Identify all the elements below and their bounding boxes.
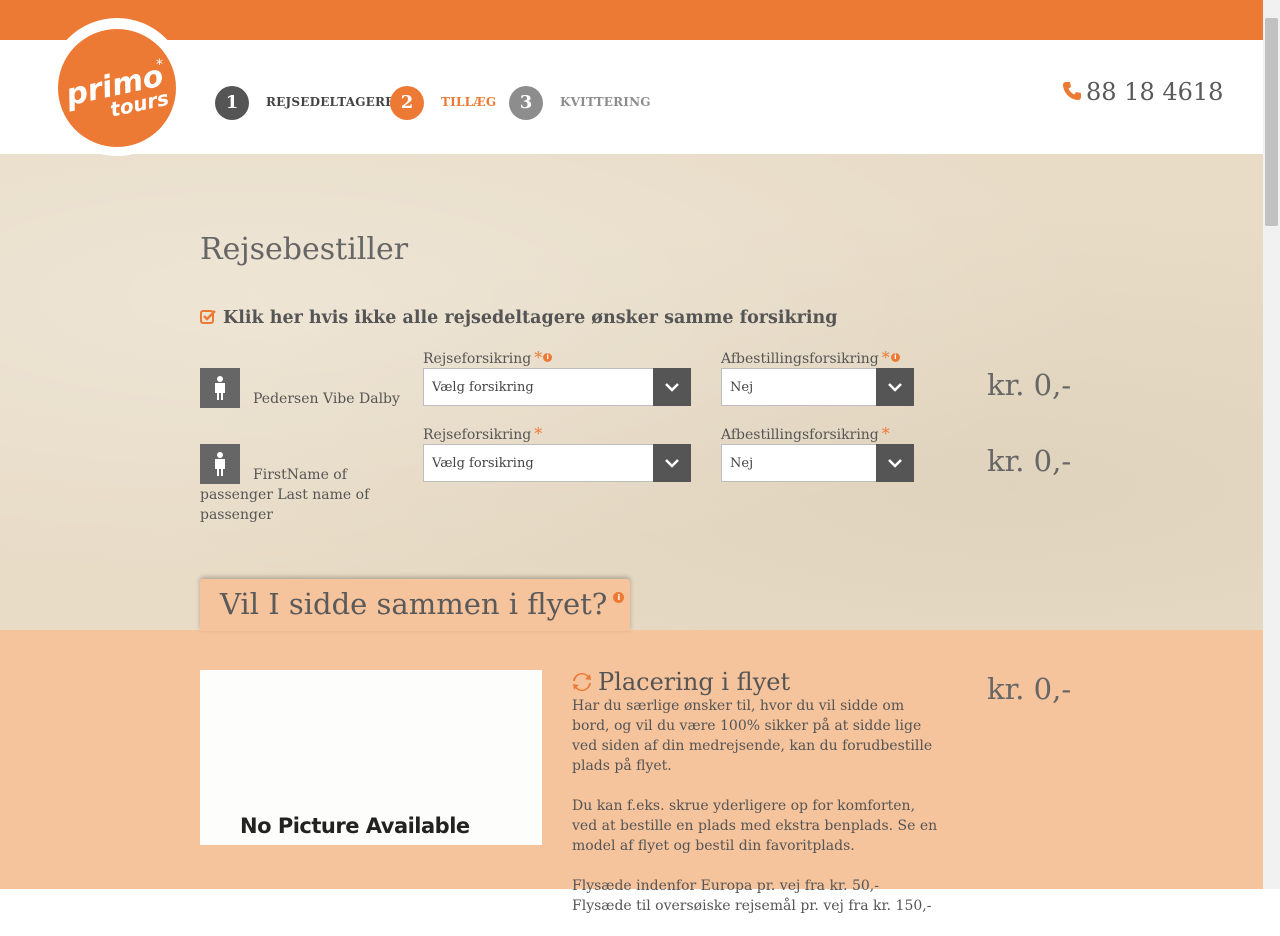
- select-value: Nej: [730, 456, 754, 471]
- chevron-down-icon[interactable]: [653, 444, 691, 482]
- seat-image-placeholder: No Picture Available: [200, 670, 542, 845]
- refresh-icon: [572, 670, 592, 692]
- passenger-price: kr. 0,-: [987, 444, 1072, 478]
- cancellation-insurance-label: Afbestillingsforsikring *: [721, 424, 890, 443]
- cancellation-insurance-label: Afbestillingsforsikring * i: [721, 348, 900, 367]
- seat-description: Har du særlige ønsker til, hvor du vil s…: [572, 696, 942, 936]
- info-icon[interactable]: i: [613, 592, 625, 603]
- select-value: Vælg forsikring: [432, 456, 534, 471]
- same-insurance-label: Klik her hvis ikke alle rejsedeltagere ø…: [223, 308, 838, 328]
- cancellation-insurance-select[interactable]: Nej: [721, 368, 914, 406]
- cancellation-insurance-select[interactable]: Nej: [721, 444, 914, 482]
- seat-selection-heading[interactable]: Placering i flyet: [572, 668, 790, 696]
- step-number: 1: [215, 86, 249, 120]
- scrollbar-thumb[interactable]: [1265, 18, 1278, 226]
- no-picture-text: No Picture Available: [240, 814, 470, 838]
- info-icon[interactable]: i: [543, 353, 553, 362]
- info-icon[interactable]: i: [890, 353, 900, 362]
- step-label: REJSEDELTAGERE: [266, 95, 395, 109]
- phone-contact[interactable]: 88 18 4618: [1062, 78, 1223, 106]
- chevron-down-icon[interactable]: [653, 368, 691, 406]
- vertical-scrollbar[interactable]: [1263, 0, 1280, 889]
- passenger-name: FirstName of passenger Last name of pass…: [200, 467, 370, 523]
- svg-text:*: *: [156, 57, 163, 73]
- top-accent-bar: [0, 0, 1263, 40]
- page-title: Rejsebestiller: [200, 232, 409, 267]
- same-insurance-toggle[interactable]: Klik her hvis ikke alle rejsedeltagere ø…: [200, 308, 837, 328]
- travel-insurance-label: Rejseforsikring * i: [423, 348, 553, 367]
- travel-insurance-select[interactable]: Vælg forsikring: [423, 444, 691, 482]
- step-number: 3: [509, 86, 543, 120]
- select-value: Vælg forsikring: [432, 380, 534, 395]
- seating-tab[interactable]: Vil I sidde sammen i flyet? i: [200, 579, 630, 631]
- step-label: TILLÆG: [441, 95, 497, 109]
- paragraph: Flysæde indenfor Europa pr. vej fra kr. …: [572, 878, 932, 914]
- checkbox-checked-icon[interactable]: [200, 309, 216, 325]
- passenger-price: kr. 0,-: [987, 368, 1072, 402]
- step-label: KVITTERING: [560, 95, 651, 109]
- phone-number: 88 18 4618: [1086, 78, 1224, 106]
- passenger-name: Pedersen Vibe Dalby: [253, 391, 400, 407]
- paragraph: Du kan f.eks. skrue yderligere op for ko…: [572, 798, 938, 854]
- paragraph: Har du særlige ønsker til, hvor du vil s…: [572, 698, 933, 774]
- phone-icon: [1062, 79, 1082, 100]
- travel-insurance-select[interactable]: Vælg forsikring: [423, 368, 691, 406]
- step-number: 2: [390, 86, 424, 120]
- seating-tab-title: Vil I sidde sammen i flyet? i: [220, 587, 625, 621]
- chevron-down-icon[interactable]: [876, 368, 914, 406]
- person-icon: [200, 368, 240, 408]
- seating-price: kr. 0,-: [987, 672, 1072, 706]
- travel-insurance-label: Rejseforsikring *: [423, 424, 543, 443]
- chevron-down-icon[interactable]: [876, 444, 914, 482]
- primo-tours-logo[interactable]: primo tours *: [58, 29, 176, 147]
- select-value: Nej: [730, 380, 754, 395]
